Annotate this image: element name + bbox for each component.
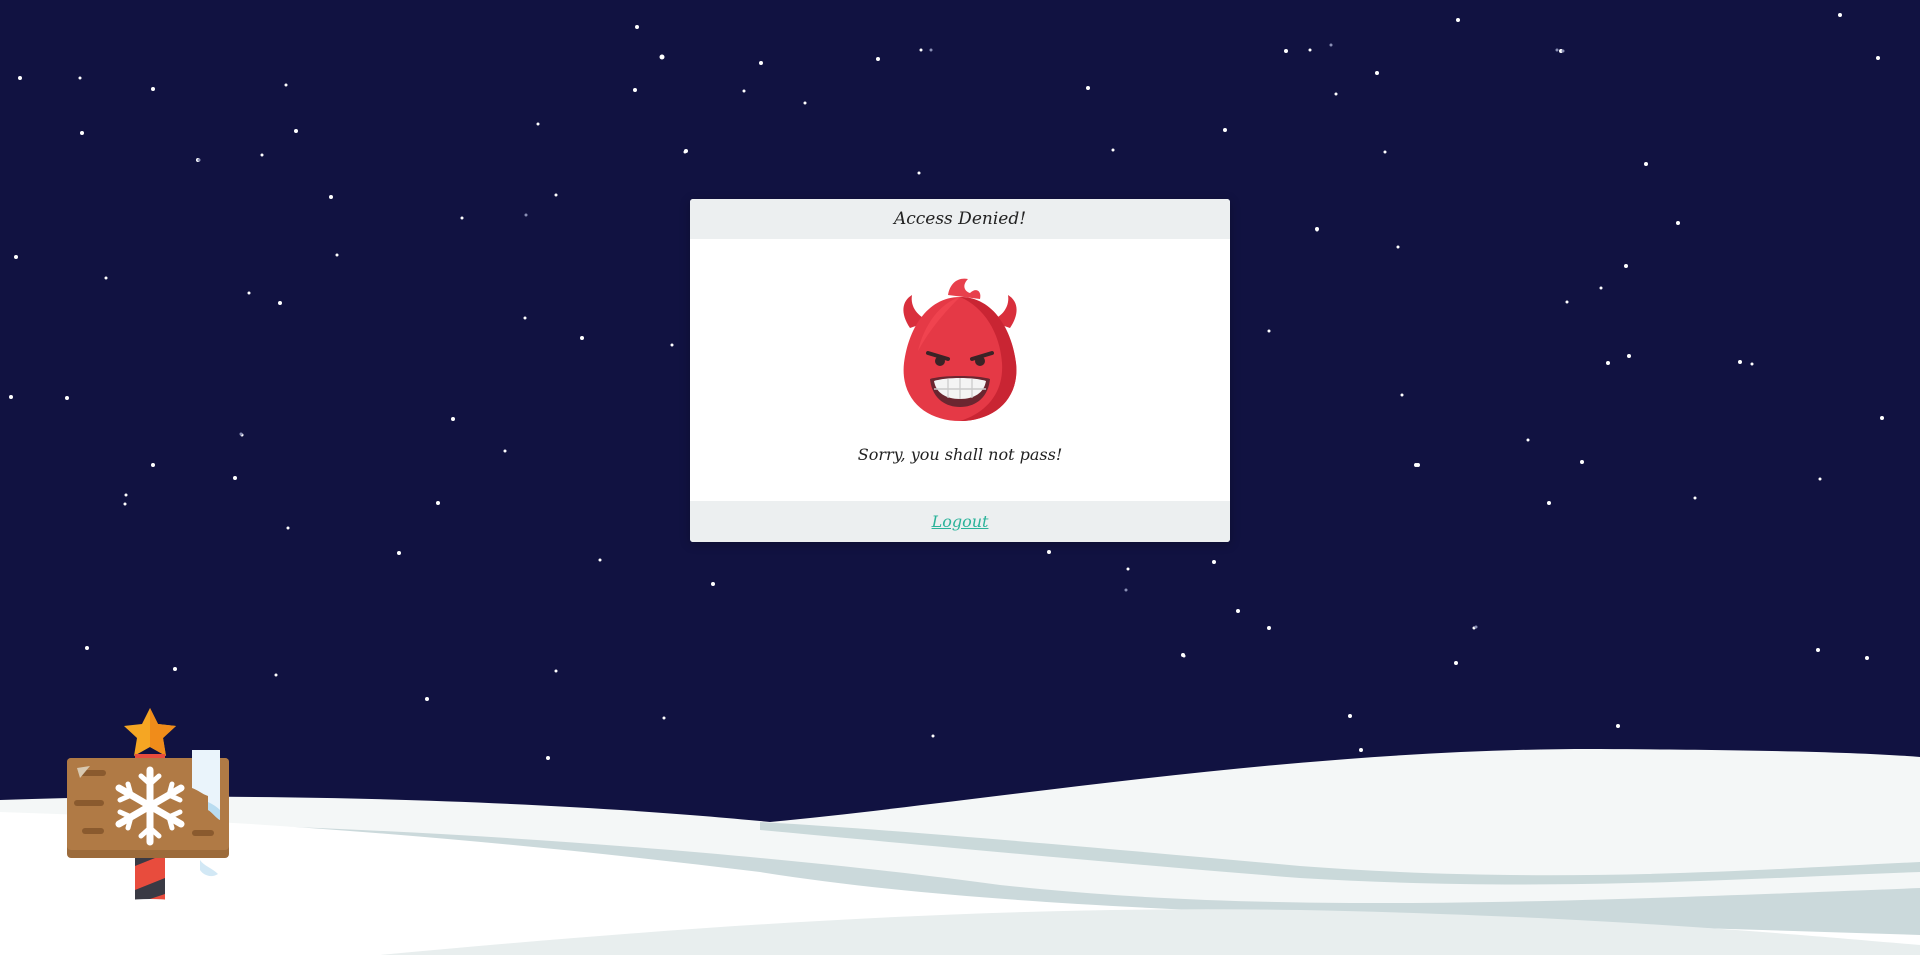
night-sky-background: Access Denied! Sorry, you shall not pass… bbox=[0, 0, 1920, 955]
dialog-title: Access Denied! bbox=[893, 209, 1027, 229]
snowflake-signpost-icon bbox=[67, 708, 229, 909]
dialog-footer: Logout bbox=[690, 501, 1230, 542]
logout-link[interactable]: Logout bbox=[932, 512, 989, 531]
denied-message: Sorry, you shall not pass! bbox=[857, 445, 1063, 464]
access-denied-dialog: Access Denied! Sorry, you shall not pass… bbox=[690, 199, 1230, 542]
devil-face-icon bbox=[903, 278, 1017, 421]
dialog-header: Access Denied! bbox=[690, 199, 1230, 239]
dialog-body: Sorry, you shall not pass! bbox=[690, 239, 1230, 501]
